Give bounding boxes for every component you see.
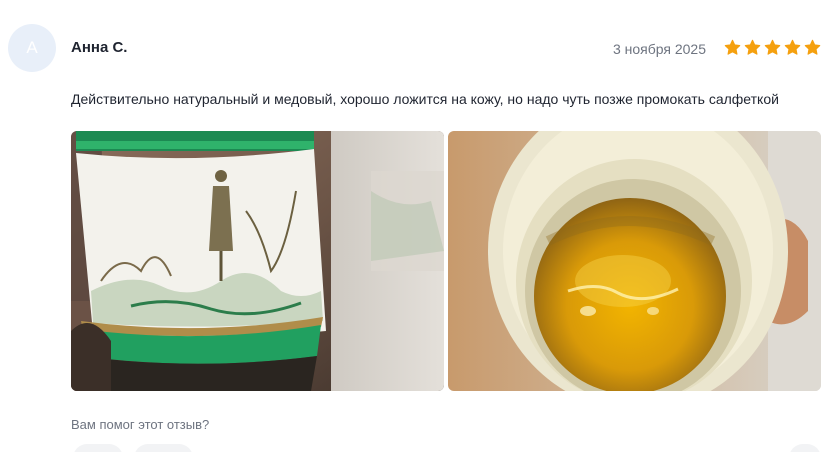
star-icon [724, 39, 741, 56]
helpful-yes-button[interactable] [73, 444, 123, 452]
review-text: Действительно натуральный и медовый, хор… [71, 91, 779, 107]
more-options-button[interactable] [789, 444, 821, 452]
rating-stars [724, 39, 821, 56]
review-photo-2[interactable] [448, 131, 821, 391]
star-icon [804, 39, 821, 56]
review-author: Анна С. [71, 39, 128, 56]
star-icon [744, 39, 761, 56]
review-date: 3 ноября 2025 [612, 41, 706, 57]
review-photos [71, 131, 821, 391]
jar-side-view-image [71, 131, 444, 391]
star-icon [784, 39, 801, 56]
helpful-no-button[interactable] [134, 444, 193, 452]
review-photo-1[interactable] [71, 131, 444, 391]
avatar: А [8, 24, 56, 72]
avatar-initial: А [26, 38, 38, 57]
helpful-question: Вам помог этот отзыв? [71, 417, 210, 432]
jar-open-top-view-image [448, 131, 821, 391]
star-icon [764, 39, 781, 56]
review-card: А Анна С. 3 ноября 2025 Действительно на… [0, 0, 835, 452]
